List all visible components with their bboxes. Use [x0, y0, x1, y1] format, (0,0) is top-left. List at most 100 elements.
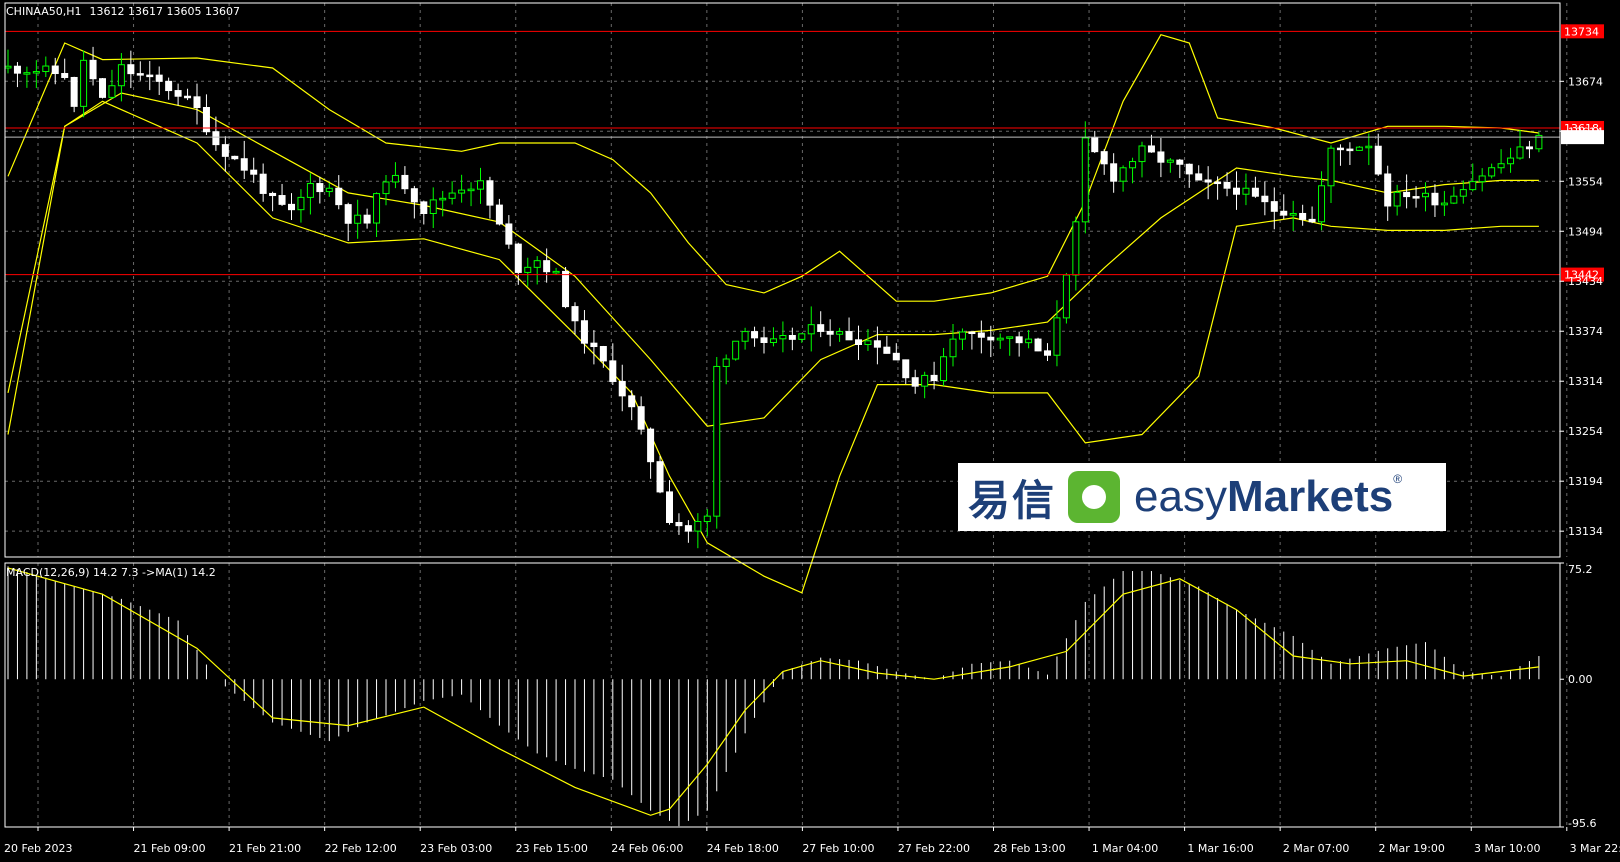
- candle-body: [1110, 163, 1118, 182]
- candle-127: [1204, 166, 1212, 200]
- candle-145: [1374, 133, 1382, 176]
- candle-body: [684, 525, 692, 532]
- candle-79: [751, 326, 759, 347]
- candle-body: [429, 199, 437, 214]
- time-tick-label-12: 1 Mar 16:00: [1187, 842, 1253, 855]
- candle-64: [609, 343, 617, 385]
- candle-152: [1440, 190, 1448, 216]
- candle-body: [817, 324, 825, 332]
- candle-58: [552, 267, 560, 275]
- candle-body: [930, 374, 938, 382]
- candle-6: [61, 58, 69, 80]
- candle-105: [996, 333, 1004, 349]
- candle-body: [146, 74, 154, 78]
- candle-body: [987, 336, 995, 341]
- candle-122: [1157, 137, 1165, 178]
- candle-117: [1110, 153, 1118, 193]
- candle-body: [826, 330, 834, 335]
- candle-154: [1459, 180, 1467, 204]
- candle-body: [571, 306, 579, 322]
- candle-body: [514, 243, 522, 273]
- candle-body: [1507, 157, 1515, 165]
- candle-body: [902, 359, 910, 379]
- candle-15: [146, 61, 154, 91]
- candle-57: [543, 248, 551, 283]
- candle-body: [883, 346, 891, 354]
- candle-86: [817, 311, 825, 338]
- macd-indicator-label: MACD(12,26,9) 14.2 7.3 ->MA(1) 14.2: [6, 566, 216, 579]
- candle-11: [108, 69, 116, 99]
- candle-158: [1497, 149, 1505, 174]
- candle-body: [845, 331, 853, 341]
- candle-body: [1308, 218, 1316, 223]
- candle-73: [694, 513, 702, 549]
- candle-body: [637, 406, 645, 430]
- candle-42: [401, 166, 409, 194]
- candle-body: [99, 78, 106, 98]
- candle-body: [1223, 182, 1231, 189]
- candle-body: [1289, 212, 1297, 216]
- candle-body: [732, 340, 740, 360]
- candle-body: [713, 365, 721, 517]
- candle-body: [1280, 210, 1288, 216]
- candle-0: [4, 49, 12, 74]
- candle-36: [344, 202, 352, 242]
- candle-body: [1393, 191, 1401, 207]
- candle-45: [429, 187, 437, 228]
- candle-99: [940, 347, 948, 386]
- candle-body: [269, 192, 277, 197]
- candle-body: [1497, 163, 1505, 169]
- candle-5: [51, 57, 59, 85]
- candle-body: [1374, 145, 1382, 175]
- candle-body: [382, 181, 390, 195]
- candle-body: [911, 377, 919, 387]
- candle-body: [647, 428, 655, 463]
- price-tick-label-9: 13134: [1568, 525, 1603, 538]
- macd-signal-line: [7, 567, 1539, 816]
- candle-140: [1327, 145, 1335, 203]
- candle-24: [231, 155, 239, 161]
- candle-body: [467, 188, 475, 192]
- candle-160: [1516, 129, 1524, 160]
- candle-body: [221, 144, 229, 157]
- candle-body: [599, 346, 607, 362]
- candle-body: [940, 356, 948, 382]
- candle-body: [373, 193, 381, 224]
- candle-38: [363, 208, 371, 229]
- candle-body: [61, 73, 69, 78]
- candle-65: [618, 364, 626, 412]
- candle-body: [23, 72, 31, 75]
- candle-body: [751, 331, 759, 339]
- candle-body: [401, 174, 409, 190]
- candle-body: [193, 96, 201, 109]
- candle-47: [448, 181, 456, 205]
- candle-146: [1384, 165, 1392, 221]
- candle-134: [1270, 187, 1278, 230]
- candle-25: [240, 140, 248, 180]
- candle-26: [250, 157, 258, 183]
- time-tick-label-8: 27 Feb 10:00: [802, 842, 874, 855]
- grid-lines: [5, 3, 1568, 827]
- candle-21: [202, 94, 210, 135]
- candle-body: [1119, 167, 1127, 182]
- candle-2: [23, 66, 31, 88]
- candle-95: [902, 359, 910, 384]
- candle-body: [1157, 151, 1165, 163]
- candle-body: [1459, 189, 1467, 197]
- time-tick-label-10: 28 Feb 13:00: [993, 842, 1065, 855]
- candle-123: [1166, 158, 1174, 173]
- time-tick-label-4: 23 Feb 03:00: [420, 842, 492, 855]
- time-tick-label-1: 21 Feb 09:00: [133, 842, 205, 855]
- candle-37: [354, 199, 362, 239]
- candle-body: [391, 174, 399, 183]
- candle-76: [722, 354, 730, 385]
- candle-body: [32, 71, 40, 74]
- candle-18: [174, 83, 182, 106]
- candle-130: [1233, 171, 1240, 210]
- candle-body: [1365, 145, 1373, 149]
- candle-body: [1355, 146, 1363, 151]
- ohlc-label: 13612 13617 13605 13607: [90, 5, 240, 18]
- candle-138: [1308, 206, 1316, 224]
- candle-body: [836, 331, 844, 335]
- candle-body: [495, 204, 503, 225]
